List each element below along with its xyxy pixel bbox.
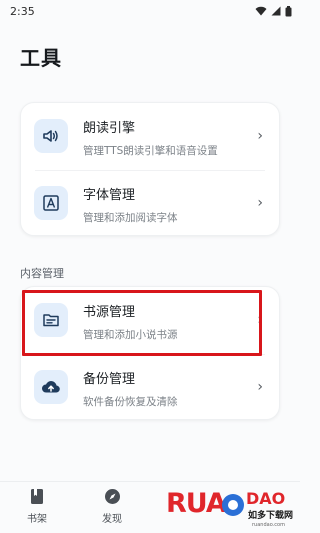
font-manager-subtitle: 管理和添加阅读字体: [83, 212, 178, 224]
font-icon: [34, 186, 68, 220]
backup-manager-texts: 备份管理 软件备份恢复及清除: [83, 368, 251, 409]
svg-text:DAO: DAO: [246, 489, 285, 508]
chevron-right-icon: ›: [257, 195, 263, 211]
chevron-right-icon: ›: [257, 312, 263, 328]
cloud-upload-icon: [34, 370, 68, 404]
speaker-icon: [34, 119, 68, 153]
tools-card-content: 书源管理 管理和添加小说书源 › 备份管理 软件备份恢复及清除 ›: [20, 286, 280, 420]
nav-discover-label: 发现: [102, 514, 122, 525]
book-source-texts: 书源管理 管理和添加小说书源: [83, 301, 251, 342]
backup-manager-subtitle: 软件备份恢复及清除: [83, 396, 178, 408]
font-manager-texts: 字体管理 管理和添加阅读字体: [83, 184, 251, 225]
book-icon: [31, 489, 43, 504]
tts-engine-title: 朗读引擎: [83, 121, 136, 136]
backup-manager-title: 备份管理: [83, 372, 136, 387]
section-label-content: 内容管理: [20, 267, 64, 280]
page-title: 工具: [20, 46, 62, 70]
backup-manager-row[interactable]: 备份管理 软件备份恢复及清除 ›: [21, 354, 279, 421]
book-source-title: 书源管理: [83, 305, 136, 320]
battery-icon: [285, 5, 292, 16]
tts-engine-row[interactable]: 朗读引擎 管理TTS朗读引擎和语音设置 ›: [21, 103, 279, 170]
nav-bookshelf[interactable]: 书架: [12, 488, 62, 525]
status-bar: 2:35: [0, 0, 300, 22]
font-manager-row[interactable]: 字体管理 管理和添加阅读字体 ›: [21, 170, 279, 237]
wifi-icon: [255, 6, 267, 16]
tts-engine-subtitle: 管理TTS朗读引擎和语音设置: [83, 145, 218, 157]
nav-bookshelf-label: 书架: [27, 514, 47, 525]
font-manager-title: 字体管理: [83, 188, 136, 203]
cell-signal-icon: [271, 6, 281, 16]
tools-card-primary: 朗读引擎 管理TTS朗读引擎和语音设置 › 字体管理 管理和添加阅读字体 ›: [20, 102, 280, 236]
book-source-row[interactable]: 书源管理 管理和添加小说书源 ›: [21, 287, 279, 354]
svg-text:如多下载网: 如多下载网: [248, 509, 293, 521]
svg-text:ruandao.com: ruandao.com: [252, 522, 285, 528]
source-list-icon: [34, 303, 68, 337]
svg-text:RUA: RUA: [166, 488, 227, 519]
status-time: 2:35: [10, 4, 35, 18]
watermark-logo: RUA DAO 如多下载网 ruandao.com: [160, 478, 300, 533]
chevron-right-icon: ›: [257, 128, 263, 144]
tts-engine-texts: 朗读引擎 管理TTS朗读引擎和语音设置: [83, 117, 251, 158]
nav-discover[interactable]: 发现: [87, 488, 137, 525]
book-source-subtitle: 管理和添加小说书源: [83, 329, 178, 341]
status-icons: [255, 5, 292, 17]
chevron-right-icon: ›: [257, 379, 263, 395]
compass-icon: [104, 489, 120, 504]
